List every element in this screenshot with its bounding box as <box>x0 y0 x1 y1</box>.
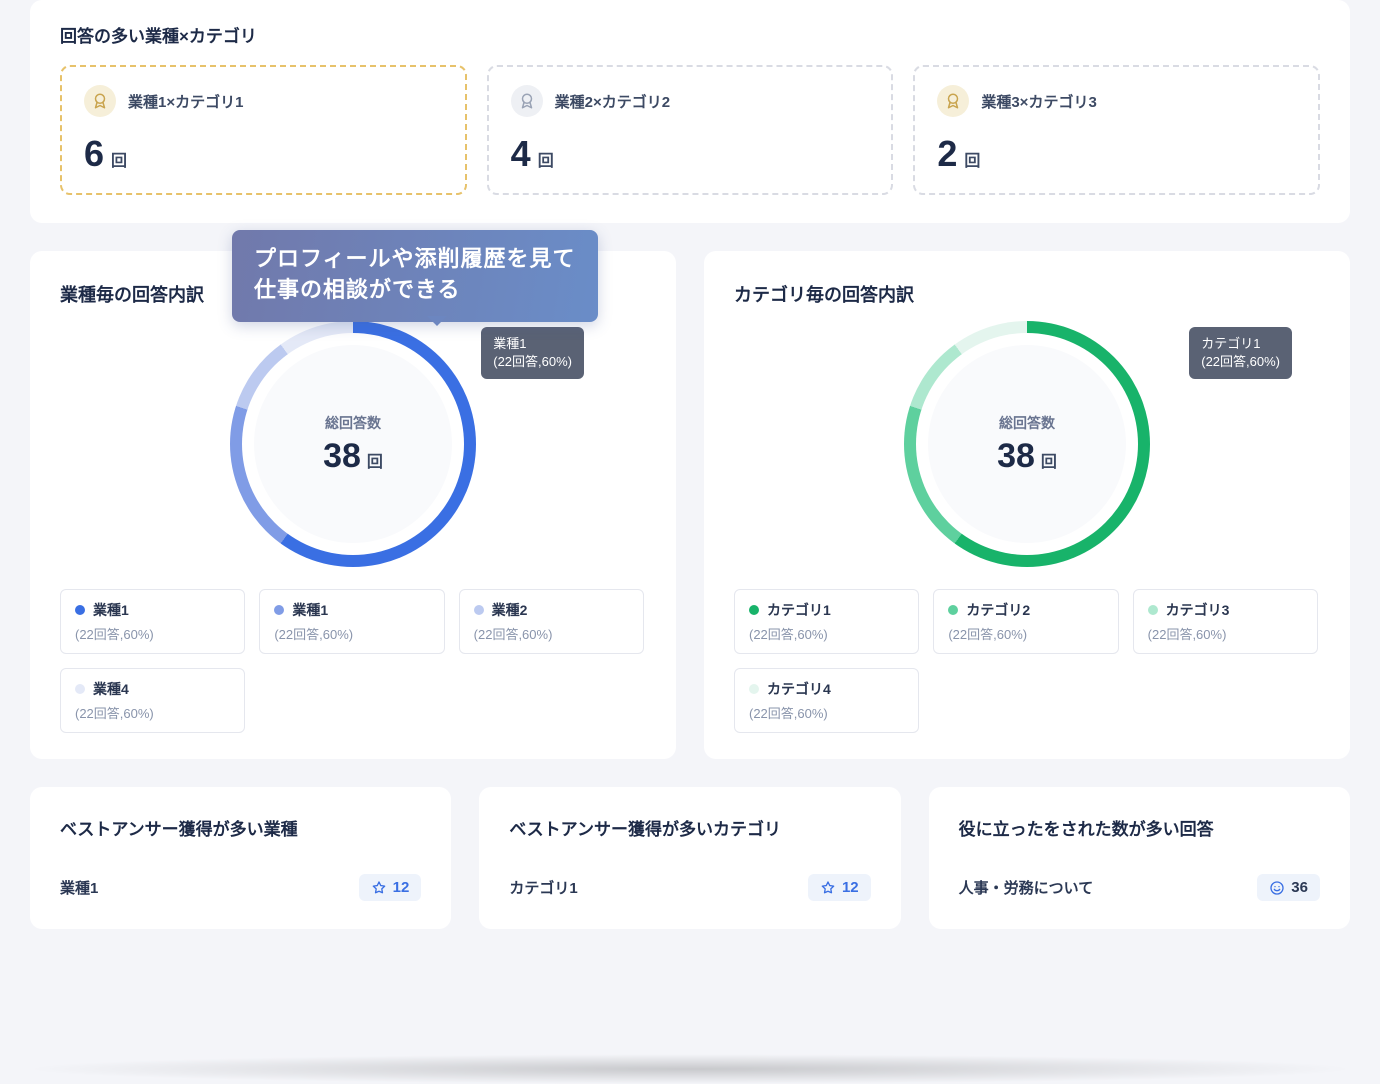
donut-tooltip-detail: (22回答,60%) <box>1201 353 1280 371</box>
legend-detail: (22回答,60%) <box>948 624 1103 643</box>
rank-box-3[interactable]: 業種3×カテゴリ3 2 回 <box>913 65 1320 195</box>
donut-card-category: カテゴリ毎の回答内訳 総回答数 38 回 カテゴリ1 (22回答,60%) <box>704 251 1350 759</box>
legend-detail: (22回答,60%) <box>474 624 629 643</box>
stat-card-helpful: 役に立ったをされた数が多い回答 人事・労務について 36 <box>929 787 1350 929</box>
rank-label: 業種3×カテゴリ3 <box>981 91 1096 112</box>
donut-center-value: 38 <box>323 437 361 476</box>
stat-row-item[interactable]: 業種1 12 <box>60 868 421 919</box>
legend-dot-icon <box>948 605 958 615</box>
donut-tooltip-detail: (22回答,60%) <box>493 353 572 371</box>
stat-row-item[interactable]: カテゴリ1 12 <box>509 868 870 919</box>
legend-dot-icon <box>75 605 85 615</box>
legend-name: カテゴリ3 <box>1166 600 1230 620</box>
legend-name: 業種4 <box>93 679 129 699</box>
stat-title: 役に立ったをされた数が多い回答 <box>959 815 1320 840</box>
rank-unit: 回 <box>964 147 980 171</box>
stat-badge: 36 <box>1257 874 1320 901</box>
stat-badge: 12 <box>808 874 871 901</box>
donut-tooltip: カテゴリ1 (22回答,60%) <box>1189 327 1292 379</box>
medal-bronze-icon <box>937 85 969 117</box>
stat-item-name: 業種1 <box>60 877 98 898</box>
donut-center: 総回答数 38 回 <box>254 345 452 543</box>
donut-tooltip-name: カテゴリ1 <box>1201 335 1280 353</box>
promo-line1: プロフィールや添削履歴を見て <box>254 244 576 275</box>
rank-row: 業種1×カテゴリ1 6 回 業種2×カテゴリ2 4 回 <box>60 65 1320 195</box>
stat-count: 12 <box>842 879 859 896</box>
legend-item[interactable]: 業種2 (22回答,60%) <box>459 589 644 654</box>
rank-box-1[interactable]: 業種1×カテゴリ1 6 回 <box>60 65 467 195</box>
stat-card-category: ベストアンサー獲得が多いカテゴリ カテゴリ1 12 <box>479 787 900 929</box>
rank-unit: 回 <box>538 147 554 171</box>
stat-item-name: 人事・労務について <box>959 877 1094 898</box>
donut-center-value: 38 <box>997 437 1035 476</box>
promo-line2: 仕事の相談ができる <box>254 275 576 306</box>
legend-name: カテゴリ2 <box>966 600 1030 620</box>
legend-name: 業種1 <box>93 600 129 620</box>
stat-count: 36 <box>1291 879 1308 896</box>
rank-value: 4 <box>511 133 530 175</box>
star-icon <box>371 880 387 896</box>
legend-dot-icon <box>75 684 85 694</box>
legend-detail: (22回答,60%) <box>274 624 429 643</box>
donut-center: 総回答数 38 回 <box>928 345 1126 543</box>
donut-center-label: 総回答数 <box>999 413 1055 433</box>
top-ranking-title: 回答の多い業種×カテゴリ <box>60 22 1320 47</box>
star-icon <box>820 880 836 896</box>
legend-item[interactable]: 業種1 (22回答,60%) <box>259 589 444 654</box>
legend-item[interactable]: カテゴリ3 (22回答,60%) <box>1133 589 1318 654</box>
legend-category: カテゴリ1 (22回答,60%) カテゴリ2 (22回答,60%) カテゴリ3 … <box>734 589 1320 733</box>
legend-item[interactable]: カテゴリ2 (22回答,60%) <box>933 589 1118 654</box>
donut-chart-industry[interactable]: 総回答数 38 回 業種1 (22回答,60%) <box>60 321 646 567</box>
donut-chart-category[interactable]: 総回答数 38 回 カテゴリ1 (22回答,60%) <box>734 321 1320 567</box>
stat-card-industry: ベストアンサー獲得が多い業種 業種1 12 <box>30 787 451 929</box>
legend-detail: (22回答,60%) <box>749 624 904 643</box>
stat-badge: 12 <box>359 874 422 901</box>
stat-title: ベストアンサー獲得が多い業種 <box>60 815 421 840</box>
stat-count: 12 <box>393 879 410 896</box>
donut-tooltip: 業種1 (22回答,60%) <box>481 327 584 379</box>
legend-dot-icon <box>474 605 484 615</box>
stat-title: ベストアンサー獲得が多いカテゴリ <box>509 815 870 840</box>
legend-dot-icon <box>1148 605 1158 615</box>
rank-unit: 回 <box>111 147 127 171</box>
legend-detail: (22回答,60%) <box>75 703 230 722</box>
rank-label: 業種2×カテゴリ2 <box>555 91 670 112</box>
legend-name: 業種2 <box>492 600 528 620</box>
rank-box-2[interactable]: 業種2×カテゴリ2 4 回 <box>487 65 894 195</box>
donut-center-unit: 回 <box>367 448 383 472</box>
legend-dot-icon <box>749 605 759 615</box>
smile-icon <box>1269 880 1285 896</box>
donut-center-label: 総回答数 <box>325 413 381 433</box>
legend-item[interactable]: 業種4 (22回答,60%) <box>60 668 245 733</box>
medal-gold-icon <box>84 85 116 117</box>
legend-name: カテゴリ1 <box>767 600 831 620</box>
medal-silver-icon <box>511 85 543 117</box>
legend-detail: (22回答,60%) <box>75 624 230 643</box>
donut-card-industry: 業種毎の回答内訳 総回答数 38 回 業種1 (22回答,60%) <box>30 251 676 759</box>
legend-detail: (22回答,60%) <box>749 703 904 722</box>
top-ranking-card: 回答の多い業種×カテゴリ 業種1×カテゴリ1 6 回 <box>30 0 1350 223</box>
legend-dot-icon <box>749 684 759 694</box>
rank-label: 業種1×カテゴリ1 <box>128 91 243 112</box>
legend-item[interactable]: カテゴリ1 (22回答,60%) <box>734 589 919 654</box>
legend-item[interactable]: 業種1 (22回答,60%) <box>60 589 245 654</box>
stat-row-item[interactable]: 人事・労務について 36 <box>959 868 1320 919</box>
donut-title-category: カテゴリ毎の回答内訳 <box>734 281 1320 307</box>
legend-detail: (22回答,60%) <box>1148 624 1303 643</box>
promo-tooltip: プロフィールや添削履歴を見て 仕事の相談ができる <box>232 230 598 322</box>
rank-value: 2 <box>937 133 956 175</box>
legend-item[interactable]: カテゴリ4 (22回答,60%) <box>734 668 919 733</box>
stat-item-name: カテゴリ1 <box>509 877 577 898</box>
donut-tooltip-name: 業種1 <box>493 335 572 353</box>
rank-value: 6 <box>84 133 103 175</box>
donut-center-unit: 回 <box>1041 448 1057 472</box>
legend-dot-icon <box>274 605 284 615</box>
legend-name: カテゴリ4 <box>767 679 831 699</box>
legend-industry: 業種1 (22回答,60%) 業種1 (22回答,60%) 業種2 (22回答,… <box>60 589 646 733</box>
legend-name: 業種1 <box>292 600 328 620</box>
